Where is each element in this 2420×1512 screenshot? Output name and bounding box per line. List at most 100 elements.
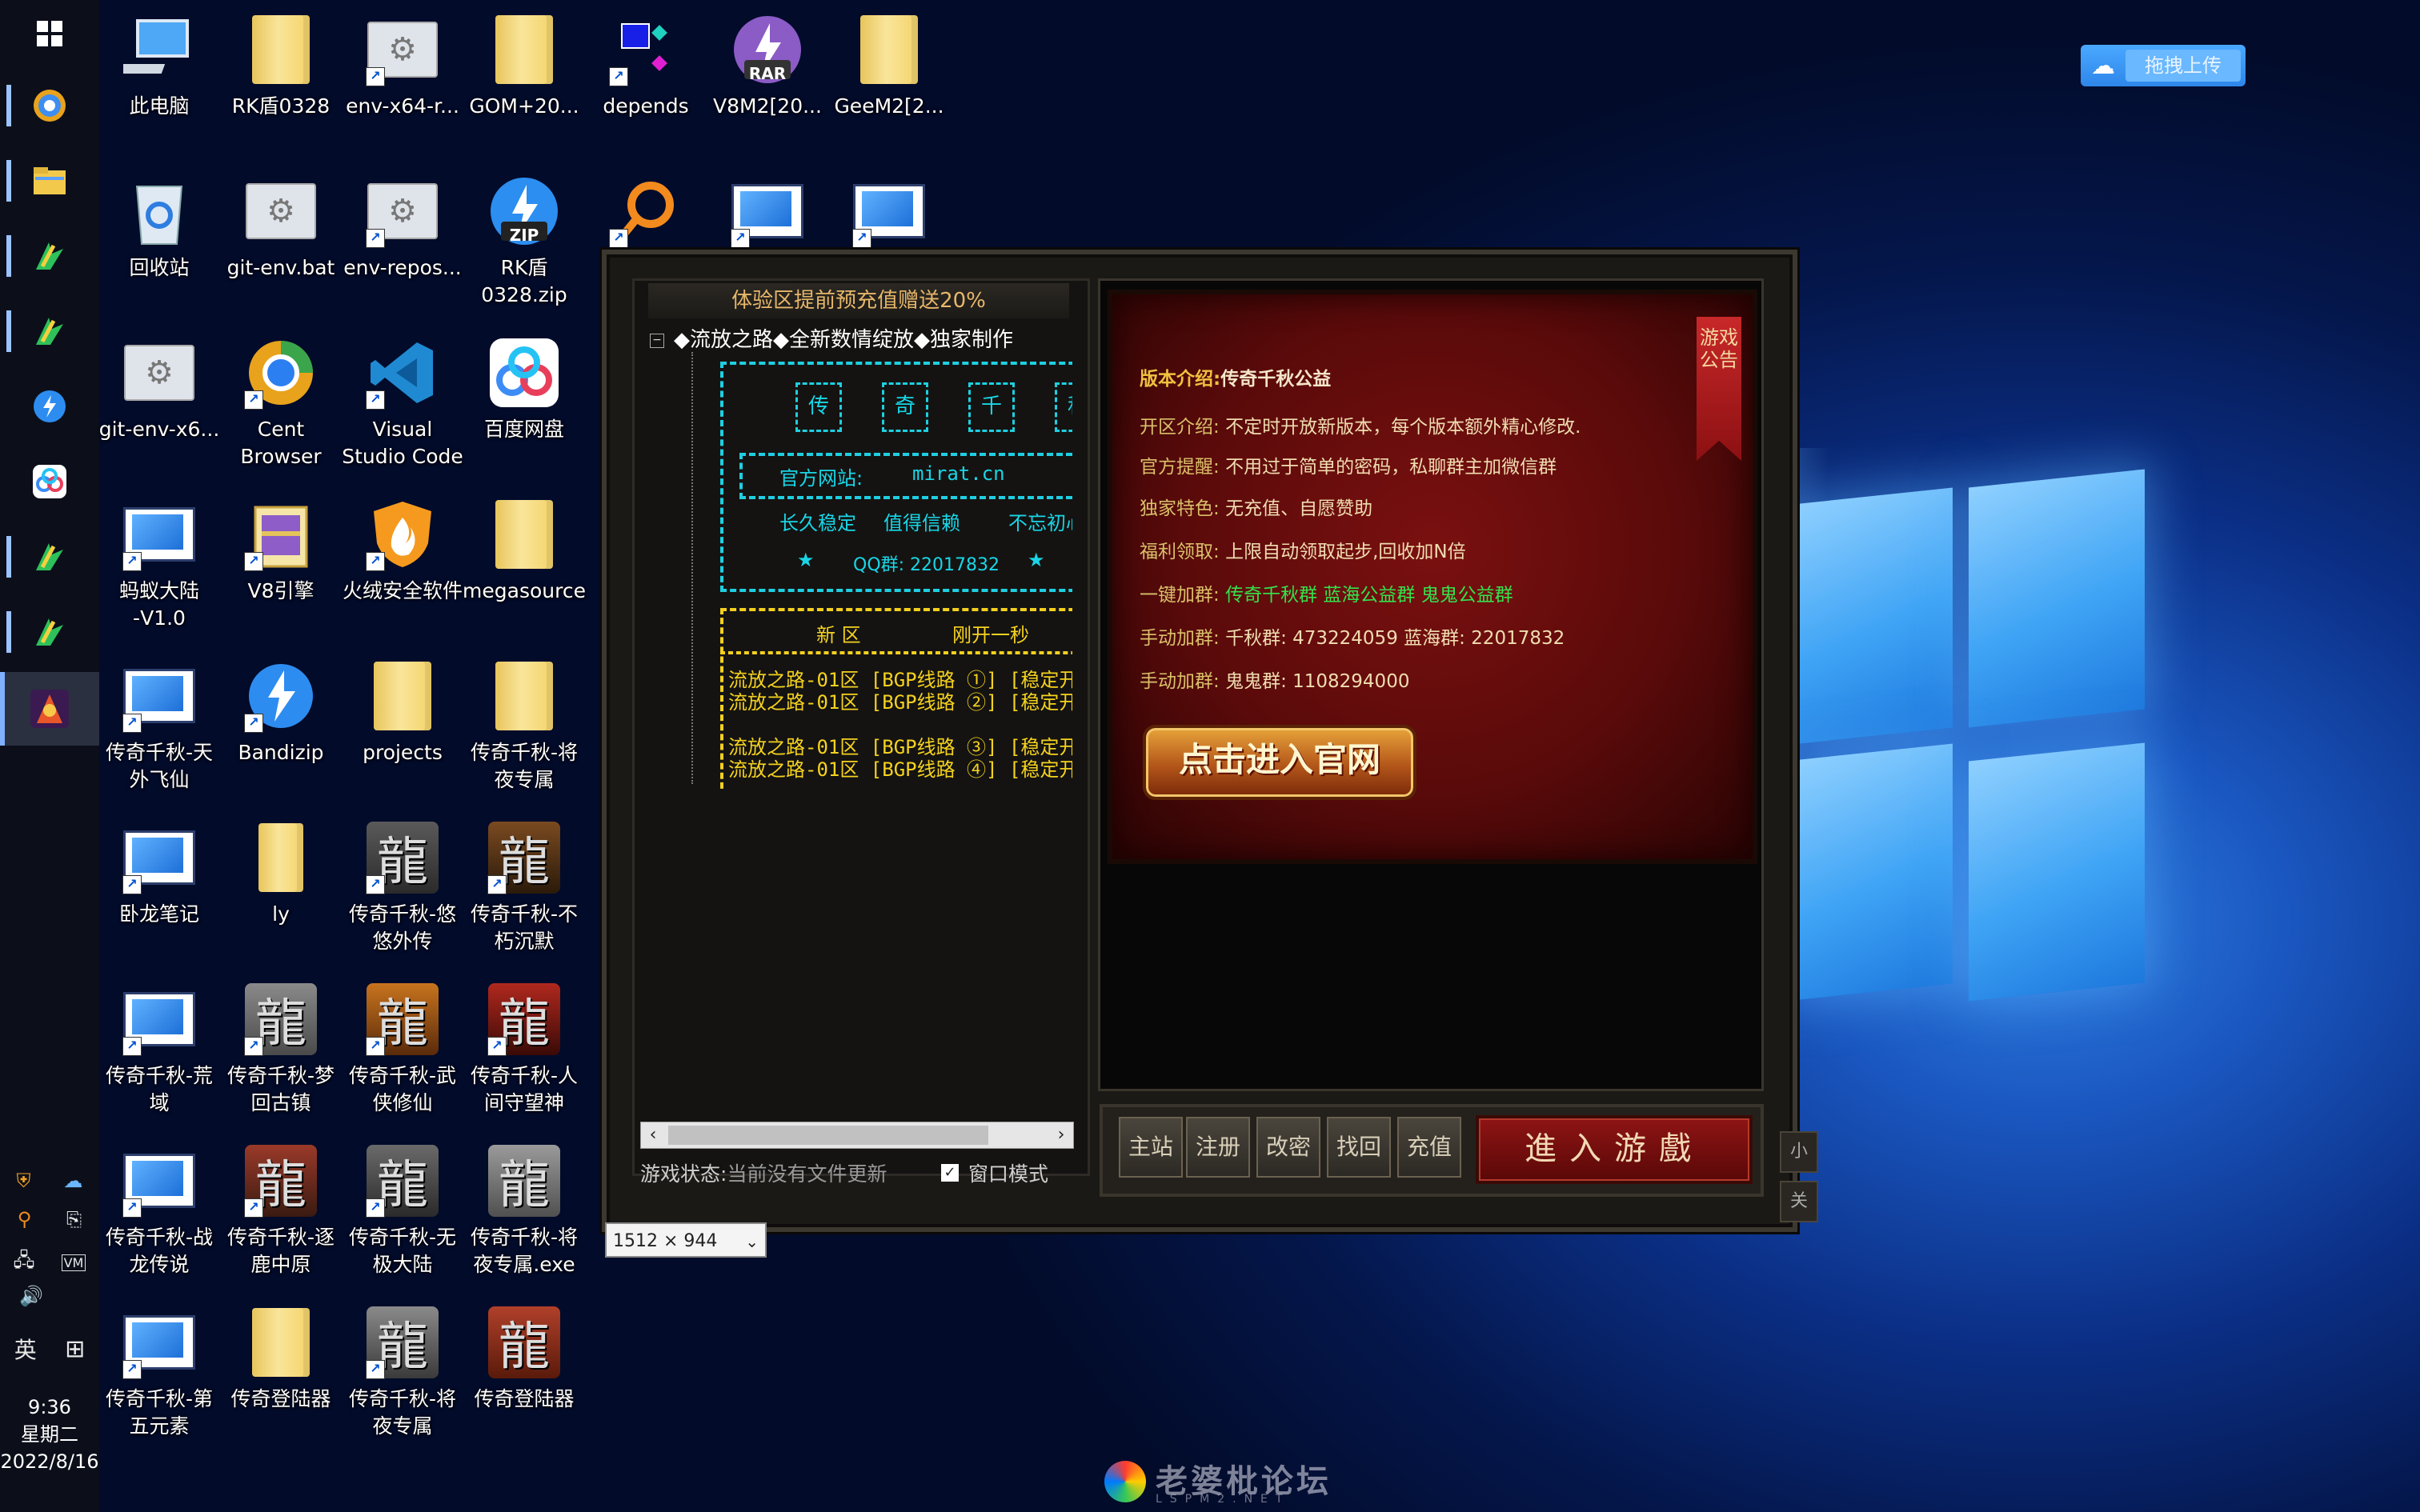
ime-indicator[interactable]: 英 [14,1333,37,1365]
security-shield-icon[interactable]: ⛨ [17,1170,31,1192]
notice-row: 官方提醒: 不用过于简单的密码，私聊群主加微信群 [1140,457,1557,478]
title-char-4: 秋 [1055,382,1072,432]
server-item[interactable]: 流放之路-01区 [BGP线路 ④] [稳定开启] [728,754,1072,782]
taskbar-explorer-button[interactable] [13,150,86,211]
desktop-icon-rk-zip[interactable]: ZIP RK盾 0328.zip [464,173,584,309]
tray-row-5: 英 ⊞ [0,1333,99,1365]
drag-upload-widget[interactable]: ☁ 拖拽上传 [2081,45,2246,86]
desktop-icon-recycle-bin[interactable]: 回收站 [99,173,219,282]
desktop-icon-program-shortcut-2[interactable]: ↗ [829,173,949,250]
taskbar-active-game-button[interactable] [0,672,99,746]
desktop-icon-git-env-bat[interactable]: ⚙ git-env.bat [221,173,341,282]
desktop-icon-baidu-netdisk[interactable]: 百度网盘 [464,334,584,443]
desktop-icon-ly[interactable]: ly [221,819,341,928]
desktop-icon-qianqiu-huangyu[interactable]: ↗ 传奇千秋-荒 域 [99,981,219,1117]
desktop-icon-bandizip[interactable]: ↗ Bandizip [221,658,341,766]
tree-collapse-icon[interactable]: − [650,333,664,348]
server-tree-root[interactable]: − ◆流放之路◆全新数情绽放◆独家制作 [650,323,1013,353]
taskbar-game-button-3[interactable] [13,526,86,587]
desktop-icon-qianqiu-jiangye[interactable]: 传奇千秋-将 夜专属 [464,658,584,794]
desktop-icon-geem2[interactable]: GeeM2[2... [829,11,949,120]
windows-logo-wallpaper [1793,464,2161,1040]
join-group-link[interactable]: 鬼鬼公益群 [1421,585,1513,606]
shortcut-arrow-icon: ↗ [609,229,628,248]
search-tool-icon[interactable]: ⚲ [18,1208,32,1230]
join-group-link[interactable]: 蓝海公益群 [1323,585,1415,606]
dragon-game-icon: 龍 [488,1306,560,1378]
scroll-left-arrow-icon[interactable]: ‹ [641,1122,665,1148]
scroll-right-arrow-icon[interactable]: › [1049,1122,1073,1148]
desktop-icon-qianqiu-zhanlong[interactable]: ↗ 传奇千秋-战 龙传说 [99,1142,219,1278]
desktop-icon-git-env-x64[interactable]: ⚙ git-env-x6... [99,334,219,443]
desktop-icon-cent-browser[interactable]: ↗ Cent Browser [221,334,341,470]
desktop-icon-gom[interactable]: GOM+20... [464,11,584,120]
close-button[interactable]: 关 [1780,1181,1818,1222]
taskbar-game-button-2[interactable] [13,301,86,362]
desktop-icon-env-x64[interactable]: ⚙ ↗ env-x64-r... [343,11,463,120]
desktop-icon-qianqiu-buxiu[interactable]: 龍 ↗ 传奇千秋-不 朽沉默 [464,819,584,955]
desktop-icon-magnifier-shortcut[interactable]: ↗ [586,173,706,250]
desktop-icon-depends[interactable]: ↗ depends [586,11,706,120]
watermark-subtitle: LSPM2.NET [1156,1493,1291,1506]
taskbar-bandizip-button[interactable] [13,376,86,437]
shortcut-arrow-icon: ↗ [487,1037,507,1056]
desktop-icon-qianqiu-wuji[interactable]: 龍 ↗ 传奇千秋-无 极大陆 [343,1142,463,1278]
desktop-icon-megasource[interactable]: megasource [463,496,586,605]
register-button[interactable]: 注册 [1186,1117,1250,1178]
start-button[interactable] [13,3,86,64]
desktop-icon-qianqiu-zhulu[interactable]: 龍 ↗ 传奇千秋-逐 鹿中原 [221,1142,341,1278]
taskbar-baidu-netdisk-button[interactable] [13,451,86,512]
desktop-icon-wolong-notes[interactable]: ↗ 卧龙笔记 [99,819,219,928]
resolution-select[interactable]: 1512 × 944 ⌄ [605,1222,767,1258]
taskbar-clock[interactable]: 9:36 星期二 2022/8/16 [0,1394,99,1475]
shortcut-arrow-icon: ↗ [609,67,628,86]
taskbar-browser-button[interactable] [13,75,86,136]
desktop-icon-mayi-dalu[interactable]: ↗ 蚂蚁大陆 -V1.0 [99,496,219,632]
official-site-button[interactable]: 点击进入官网 [1143,725,1416,800]
taskbar-game-button-4[interactable] [13,602,86,662]
desktop-icon-vscode[interactable]: ↗ Visual Studio Code [342,334,463,470]
desktop-icon-qianqiu-wuxia[interactable]: 龍 ↗ 传奇千秋-武 侠修仙 [343,981,463,1117]
desktop-icon-env-repos[interactable]: ⚙ ↗ env-repos... [343,173,463,282]
homepage-button[interactable]: 主站 [1119,1117,1183,1178]
tray-row-3: 🖧 VM [0,1246,99,1279]
usb-drive-icon[interactable]: ⎘ [66,1208,82,1230]
window-mode-checkbox[interactable]: ✓ 窗口模式 [941,1158,1048,1187]
desktop-icon-v8m2[interactable]: RAR V8M2[20... [707,11,827,120]
desktop-icon-qianqiu-youyou[interactable]: 龍 ↗ 传奇千秋-悠 悠外传 [343,819,463,955]
desktop-icon-qianqiu-jiangye-2[interactable]: 龍 ↗ 传奇千秋-将 夜专属 [343,1304,463,1440]
recharge-button[interactable]: 充值 [1397,1117,1461,1178]
desktop-icon-program-shortcut-1[interactable]: ↗ [707,173,827,250]
desktop-icon-huorong[interactable]: ↗ 火绒安全软件 [343,496,463,605]
shortcut-arrow-icon: ↗ [244,1198,263,1218]
desktop-icon-legend-login[interactable]: 龍 传奇登陆器 [464,1304,584,1413]
volume-icon[interactable]: 🔊 [19,1285,43,1307]
baidu-netdisk-icon [490,338,559,407]
desktop-icon-qianqiu-renjian[interactable]: 龍 ↗ 传奇千秋-人 间守望神 [464,981,584,1117]
recover-account-button[interactable]: 找回 [1327,1117,1391,1178]
desktop-icon-qianqiu-tianwai[interactable]: ↗ 传奇千秋-天 外飞仙 [99,658,219,794]
change-password-button[interactable]: 改密 [1256,1117,1320,1178]
desktop-icon-qianqiu-jiangye-exe[interactable]: 龍 传奇千秋-将 夜专属.exe [464,1142,584,1278]
ime-grid-icon[interactable]: ⊞ [65,1335,85,1363]
desktop-icon-this-pc[interactable]: 此电脑 [99,11,219,120]
taskbar-game-button-1[interactable] [13,226,86,286]
desktop-icon-v8-engine[interactable]: ↗ V8引擎 [221,496,341,605]
desktop-icon-projects[interactable]: projects [343,658,463,766]
computer-icon [123,19,189,74]
server-item[interactable]: 流放之路-01区 [BGP线路 ②] [稳定开启] [728,686,1072,714]
vm-tray-icon[interactable]: VM [61,1254,86,1271]
website-value[interactable]: mirat.cn [912,462,1005,485]
baidu-netdisk-tray-icon[interactable]: ☁ [64,1170,83,1192]
desktop-icon-legend-login-folder[interactable]: 传奇登陆器 [221,1304,341,1413]
desktop-icon-qianqiu-diwu[interactable]: ↗ 传奇千秋-第 五元素 [99,1304,219,1440]
join-group-link[interactable]: 传奇千秋群 [1225,585,1317,606]
desktop-icon-rk-folder[interactable]: RK盾0328 [221,11,341,120]
batch-file-gear-icon: ⚙ [246,183,316,239]
network-icon[interactable]: 🖧 [14,1246,35,1279]
desktop-icon-qianqiu-menghui[interactable]: 龍 ↗ 传奇千秋-梦 回古镇 [221,981,341,1117]
server-list-horizontal-scrollbar[interactable]: ‹ › [640,1122,1074,1149]
minimize-button[interactable]: 小 [1780,1131,1818,1173]
enter-game-button[interactable]: 進入游戲 [1476,1115,1753,1184]
scrollbar-thumb[interactable] [668,1126,988,1145]
